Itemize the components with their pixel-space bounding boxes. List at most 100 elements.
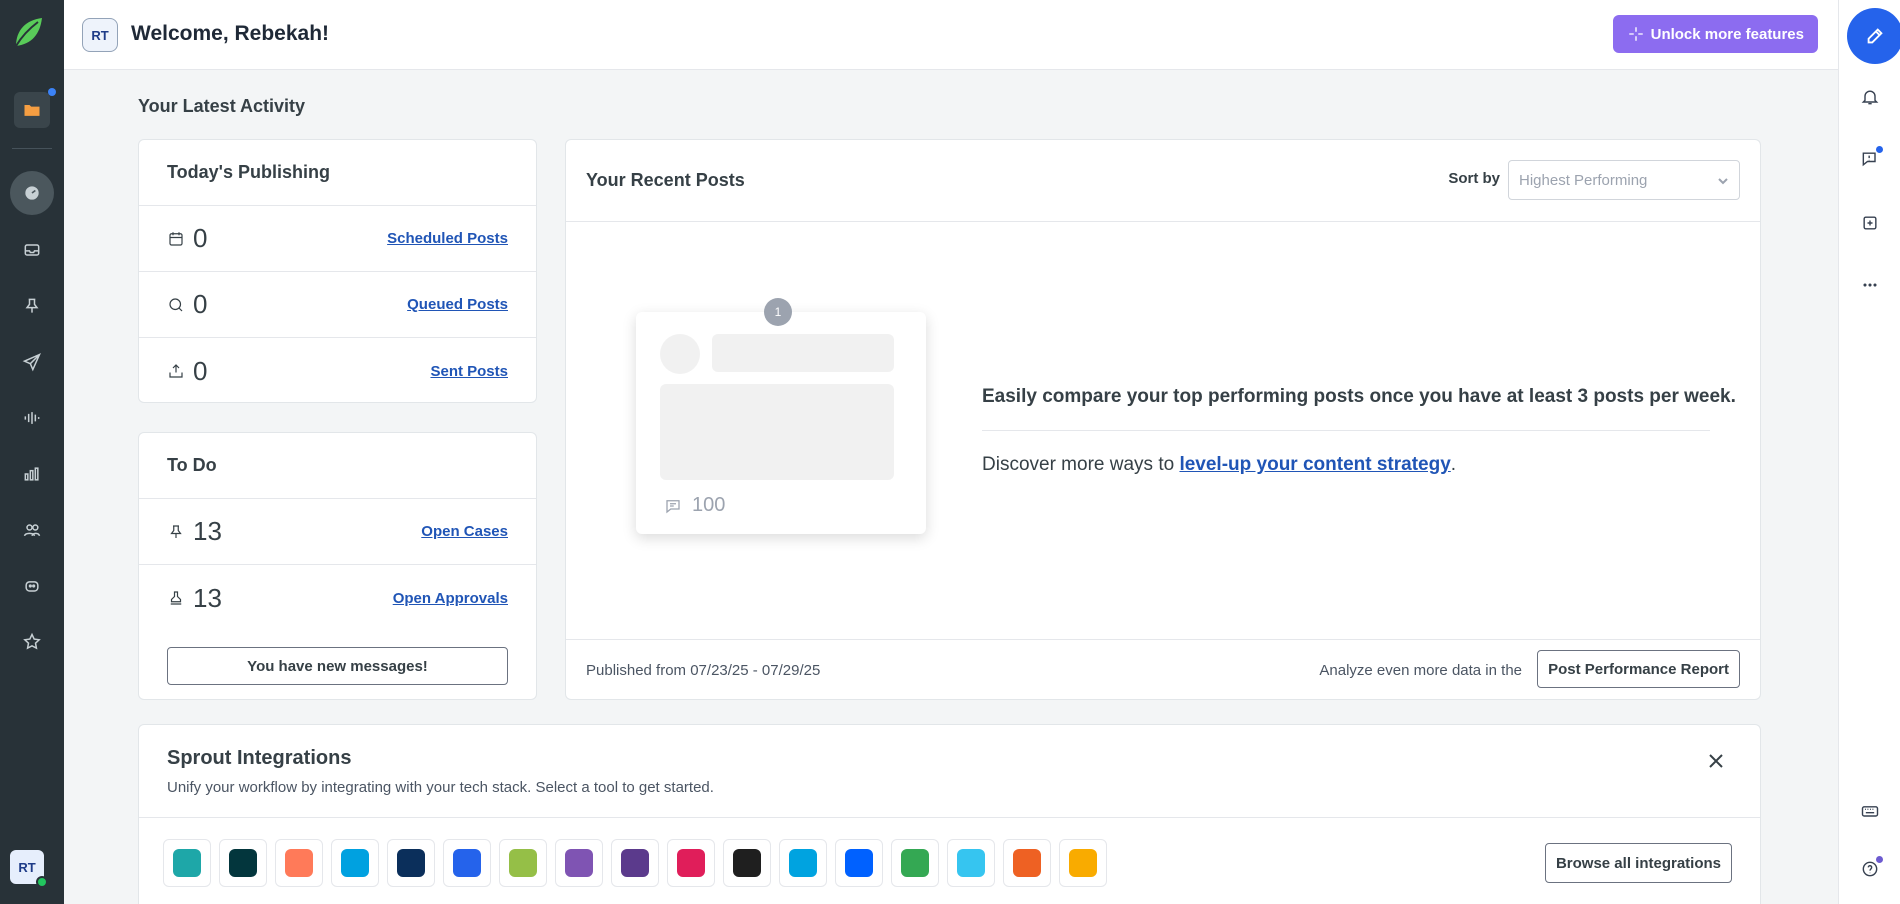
placeholder-line xyxy=(712,334,894,372)
content-strategy-link[interactable]: level-up your content strategy xyxy=(1179,454,1450,475)
publishing-title: Today's Publishing xyxy=(139,140,536,206)
sort-select-value: Highest Performing xyxy=(1519,171,1648,189)
nav-publishing-button[interactable] xyxy=(10,340,54,384)
help-button[interactable] xyxy=(1855,854,1885,884)
chevron-down-icon xyxy=(1718,178,1728,185)
integration-tile[interactable] xyxy=(667,839,715,887)
more-button[interactable] xyxy=(1855,270,1885,300)
queued-count: 0 xyxy=(193,289,208,319)
compose-button[interactable] xyxy=(1847,8,1900,64)
recent-posts-footer: Published from 07/23/25 - 07/29/25 Analy… xyxy=(566,639,1760,699)
sent-posts-link[interactable]: Sent Posts xyxy=(430,363,508,380)
analytics-icon xyxy=(1069,849,1097,877)
close-integrations-button[interactable] xyxy=(1706,751,1726,771)
shopify-icon xyxy=(509,849,537,877)
section-title: Your Latest Activity xyxy=(138,96,306,116)
integration-tile[interactable] xyxy=(163,839,211,887)
nav-reviews-button[interactable] xyxy=(10,620,54,664)
integration-tile[interactable] xyxy=(1003,839,1051,887)
nav-divider xyxy=(12,148,52,149)
link-icon xyxy=(789,849,817,877)
integration-tile[interactable] xyxy=(499,839,547,887)
notification-dot xyxy=(1876,856,1883,863)
integration-tile[interactable] xyxy=(219,839,267,887)
open-cases-link[interactable]: Open Cases xyxy=(421,523,508,540)
integration-tile[interactable] xyxy=(611,839,659,887)
integrations-subtitle: Unify your workflow by integrating with … xyxy=(167,779,714,796)
sparkle-icon xyxy=(1628,27,1643,41)
bitly-icon xyxy=(1013,849,1041,877)
nav-home-button[interactable] xyxy=(10,171,54,215)
canva-icon xyxy=(733,849,761,877)
queued-posts-link[interactable]: Queued Posts xyxy=(407,296,508,313)
google-drive-icon xyxy=(901,849,929,877)
close-icon xyxy=(1709,754,1723,768)
queue-icon xyxy=(169,297,183,311)
folder-icon xyxy=(24,105,40,116)
salesforce-icon xyxy=(341,849,369,877)
integrations-card: Sprout Integrations Unify your workflow … xyxy=(138,724,1761,904)
integration-tile[interactable] xyxy=(387,839,435,887)
publishing-row-scheduled: 0 Scheduled Posts xyxy=(139,206,536,272)
divider xyxy=(139,817,1760,818)
integration-tile[interactable] xyxy=(555,839,603,887)
nav-user-avatar[interactable]: RT xyxy=(10,850,48,888)
integration-tile[interactable] xyxy=(443,839,491,887)
published-range: Published from 07/23/25 - 07/29/25 xyxy=(586,662,821,679)
integration-tile[interactable] xyxy=(835,839,883,887)
sent-count: 0 xyxy=(193,355,208,386)
nav-reports-button[interactable] xyxy=(10,452,54,496)
keyboard-shortcuts-button[interactable] xyxy=(1855,796,1885,826)
integration-tile[interactable] xyxy=(723,839,771,887)
paper-plane-icon xyxy=(22,353,41,372)
divider xyxy=(982,430,1710,431)
integration-tile[interactable] xyxy=(1059,839,1107,887)
open-approvals-link[interactable]: Open Approvals xyxy=(393,590,508,607)
notifications-button[interactable] xyxy=(1855,82,1885,112)
user-avatar[interactable]: RT xyxy=(82,18,118,52)
nav-tasks-button[interactable] xyxy=(10,284,54,328)
scheduled-posts-link[interactable]: Scheduled Posts xyxy=(387,230,508,247)
discover-prefix: Discover more ways to xyxy=(982,454,1180,475)
compose-icon xyxy=(1867,28,1883,44)
browse-integrations-button[interactable]: Browse all integrations xyxy=(1544,843,1732,883)
slack-icon xyxy=(957,849,985,877)
todo-row-approvals: 13 Open Approvals xyxy=(139,565,536,631)
comment-icon xyxy=(666,499,680,513)
publishing-card: Today's Publishing 0 Scheduled Posts 0 Q… xyxy=(138,139,537,403)
plus-square-icon xyxy=(1863,216,1877,230)
calendar-icon xyxy=(169,231,183,246)
integration-tile[interactable] xyxy=(947,839,995,887)
unlock-features-button[interactable]: Unlock more features xyxy=(1612,15,1818,53)
notification-dot xyxy=(1876,146,1883,153)
publishing-row-sent: 0 Sent Posts xyxy=(139,338,536,404)
gauge-icon xyxy=(25,186,39,200)
woocommerce-icon xyxy=(565,849,593,877)
unlock-label: Unlock more features xyxy=(1650,25,1804,43)
nav-inbox-button[interactable] xyxy=(10,228,54,272)
add-button[interactable] xyxy=(1855,208,1885,238)
feedback-button[interactable] xyxy=(1855,144,1885,174)
sprout-logo-icon[interactable] xyxy=(8,12,48,52)
integration-tile[interactable] xyxy=(275,839,323,887)
sort-select[interactable]: Highest Performing xyxy=(1508,160,1740,200)
post-performance-report-button[interactable]: Post Performance Report xyxy=(1537,650,1740,688)
sort-by-label: Sort by xyxy=(1448,170,1500,187)
new-messages-button[interactable]: You have new messages! xyxy=(167,647,508,685)
hubspot-icon xyxy=(285,849,313,877)
nav-assets-button[interactable] xyxy=(14,88,56,128)
nav-listening-button[interactable] xyxy=(10,396,54,440)
integration-tile[interactable] xyxy=(891,839,939,887)
robot-icon xyxy=(25,581,39,592)
discover-suffix: . xyxy=(1450,454,1457,475)
comment-count: 100 xyxy=(664,494,725,517)
bars-icon xyxy=(621,849,649,877)
post-placeholder-card: 1 100 xyxy=(636,298,926,534)
workflow-icon xyxy=(173,849,201,877)
integration-tile[interactable] xyxy=(331,839,379,887)
integration-tile[interactable] xyxy=(779,839,827,887)
integrations-title: Sprout Integrations xyxy=(167,747,352,769)
nav-bots-button[interactable] xyxy=(10,564,54,608)
scheduled-count: 0 xyxy=(193,223,208,253)
nav-people-button[interactable] xyxy=(10,508,54,552)
